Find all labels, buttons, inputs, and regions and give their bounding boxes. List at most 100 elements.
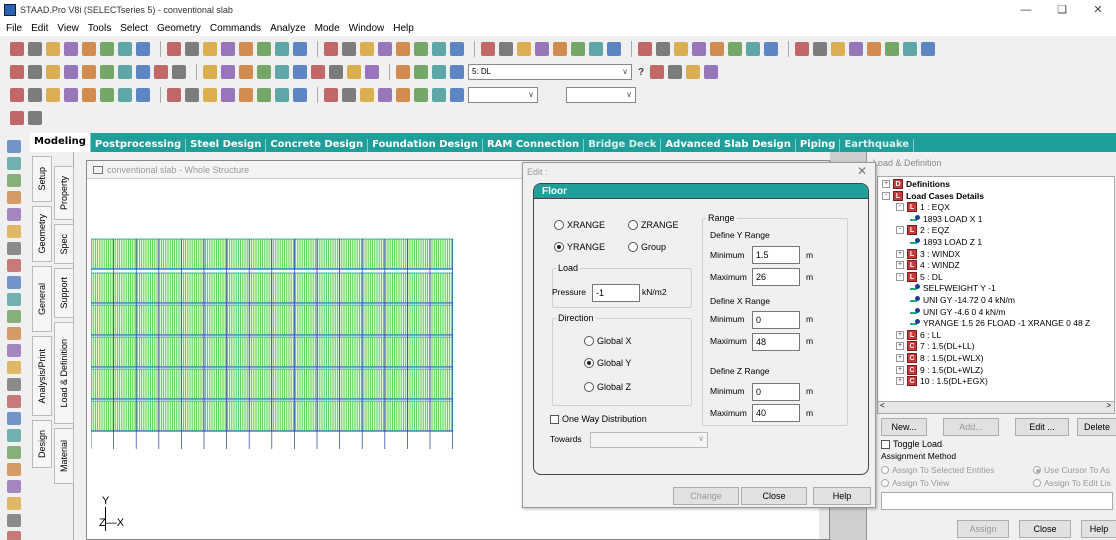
toolbar-tool-icon[interactable] — [275, 88, 289, 102]
global-y-radio[interactable]: Global Y — [584, 358, 631, 368]
tree-node[interactable]: UNI GY -14.72 0 4 kN/m — [910, 295, 1015, 305]
toolbar-tool-icon[interactable] — [136, 65, 150, 79]
toolbar-tool-icon[interactable] — [589, 42, 603, 56]
toolbar-tool-icon[interactable] — [674, 42, 688, 56]
global-z-radio[interactable]: Global Z — [584, 382, 631, 392]
toolbar-tool-icon[interactable] — [746, 42, 760, 56]
page-tab-setup[interactable]: Setup — [32, 156, 52, 202]
toolbar-tool-icon[interactable] — [10, 42, 24, 56]
page-tab-load-definition[interactable]: Load & Definition — [54, 322, 74, 424]
toolbar-tool-icon[interactable] — [293, 88, 307, 102]
page-tab-material[interactable]: Material — [54, 428, 74, 484]
menu-mode[interactable]: Mode — [315, 23, 340, 34]
toolbar-tool-icon[interactable] — [167, 88, 181, 102]
menu-help[interactable]: Help — [393, 23, 414, 34]
global-x-radio-circle[interactable] — [584, 336, 594, 346]
help-icon[interactable]: ? — [638, 67, 644, 78]
tree-expand-icon[interactable]: - — [896, 272, 904, 281]
tree-node[interactable]: - L Load Cases Details — [882, 190, 984, 201]
left-tool-icon[interactable] — [7, 514, 21, 527]
toolbar-tool-icon[interactable] — [185, 42, 199, 56]
toolbar-tool-icon[interactable] — [432, 42, 446, 56]
tab-advanced-slab-design[interactable]: Advanced Slab Design — [661, 139, 796, 152]
left-tool-icon[interactable] — [7, 480, 21, 493]
left-tool-icon[interactable] — [7, 276, 21, 289]
scroll-left-arrow[interactable]: < — [880, 401, 885, 410]
toolbar-tool-icon[interactable] — [360, 88, 374, 102]
left-tool-icon[interactable] — [7, 531, 21, 540]
pressure-input[interactable]: -1 — [592, 284, 640, 302]
global-z-radio-circle[interactable] — [584, 382, 594, 392]
toolbar-tool-icon[interactable] — [849, 42, 863, 56]
toolbar-tool-icon[interactable] — [257, 65, 271, 79]
toolbar-tool-icon[interactable] — [293, 65, 307, 79]
tree-expand-icon[interactable]: + — [896, 261, 904, 270]
tree-expand-icon[interactable]: + — [896, 365, 904, 374]
yrange-radio[interactable]: YRANGE — [554, 242, 605, 252]
toolbar-tool-icon[interactable] — [607, 42, 621, 56]
group-radio[interactable]: Group — [628, 242, 666, 252]
toolbar-tool-icon[interactable] — [239, 88, 253, 102]
y-minimum-input[interactable]: 1.5 — [752, 246, 800, 264]
toolbar-tool-icon[interactable] — [365, 65, 379, 79]
toolbar-tool-icon[interactable] — [82, 65, 96, 79]
assign-view-radio-circle[interactable] — [881, 479, 889, 487]
toolbar-tool-icon[interactable] — [414, 88, 428, 102]
tree-node[interactable]: + L 6 : LL — [896, 329, 941, 340]
menu-tools[interactable]: Tools — [88, 23, 111, 34]
toolbar-tool-icon[interactable] — [82, 88, 96, 102]
toolbar-tool-icon[interactable] — [324, 88, 338, 102]
page-tab-geometry[interactable]: Geometry — [32, 206, 52, 262]
tree-node[interactable]: + C 7 : 1.5(DL+LL) — [896, 341, 975, 352]
assign-button[interactable]: Assign — [957, 520, 1009, 538]
page-tab-design[interactable]: Design — [32, 420, 52, 468]
tree-node[interactable]: SELFWEIGHT Y -1 — [910, 283, 996, 293]
menu-select[interactable]: Select — [120, 23, 148, 34]
toolbar-tool-icon[interactable] — [342, 42, 356, 56]
toolbar-tool-icon[interactable] — [203, 88, 217, 102]
tree-expand-icon[interactable]: + — [896, 342, 904, 351]
toolbar-tool-icon[interactable] — [378, 42, 392, 56]
toolbar-tool-icon[interactable] — [221, 65, 235, 79]
tree-expand-icon[interactable]: - — [896, 226, 904, 235]
xrange-radio-circle[interactable] — [554, 220, 564, 230]
toolbar-tool-icon[interactable] — [64, 42, 78, 56]
left-tool-icon[interactable] — [7, 208, 21, 221]
left-tool-icon[interactable] — [7, 344, 21, 357]
z-minimum-input[interactable]: 0 — [752, 383, 800, 401]
left-tool-icon[interactable] — [7, 463, 21, 476]
tree-node[interactable]: 1893 LOAD X 1 — [910, 214, 983, 224]
toolbar-tool-icon[interactable] — [499, 42, 513, 56]
toolbar-tool-icon[interactable] — [82, 42, 96, 56]
tree-node[interactable]: YRANGE 1.5 26 FLOAD -1 XRANGE 0 48 Z — [910, 318, 1090, 328]
tab-modeling[interactable]: Modeling — [30, 133, 91, 152]
page-tab-property[interactable]: Property — [54, 166, 74, 220]
toolbar-tool-icon[interactable] — [167, 42, 181, 56]
left-tool-icon[interactable] — [7, 191, 21, 204]
toolbar-tool-icon[interactable] — [239, 42, 253, 56]
toolbar-tool-icon[interactable] — [203, 65, 217, 79]
toolbar-combo[interactable] — [468, 87, 538, 103]
toolbar-tool-icon[interactable] — [396, 42, 410, 56]
toolbar-tool-icon[interactable] — [221, 42, 235, 56]
scroll-right-arrow[interactable]: > — [1106, 401, 1111, 410]
tree-horizontal-scrollbar[interactable]: < > — [877, 401, 1115, 414]
toolbar-tool-icon[interactable] — [450, 88, 464, 102]
left-tool-icon[interactable] — [7, 225, 21, 238]
delete-button[interactable]: Delete — [1077, 418, 1116, 436]
toolbar-tool-icon[interactable] — [360, 42, 374, 56]
use-cursor-radio-circle[interactable] — [1033, 466, 1041, 474]
toolbar-tool-icon[interactable] — [656, 42, 670, 56]
toolbar-tool-icon[interactable] — [668, 65, 683, 79]
towards-dropdown[interactable] — [590, 432, 708, 448]
toolbar-tool-icon[interactable] — [432, 88, 446, 102]
toolbar-input[interactable] — [566, 87, 636, 103]
toolbar-tool-icon[interactable] — [185, 88, 199, 102]
new-button[interactable]: New... — [881, 418, 927, 436]
toolbar-tool-icon[interactable] — [118, 42, 132, 56]
menu-window[interactable]: Window — [349, 23, 385, 34]
left-tool-icon[interactable] — [7, 378, 21, 391]
left-tool-icon[interactable] — [7, 429, 21, 442]
page-tab-spec[interactable]: Spec — [54, 224, 74, 264]
tab-foundation-design[interactable]: Foundation Design — [368, 139, 483, 152]
